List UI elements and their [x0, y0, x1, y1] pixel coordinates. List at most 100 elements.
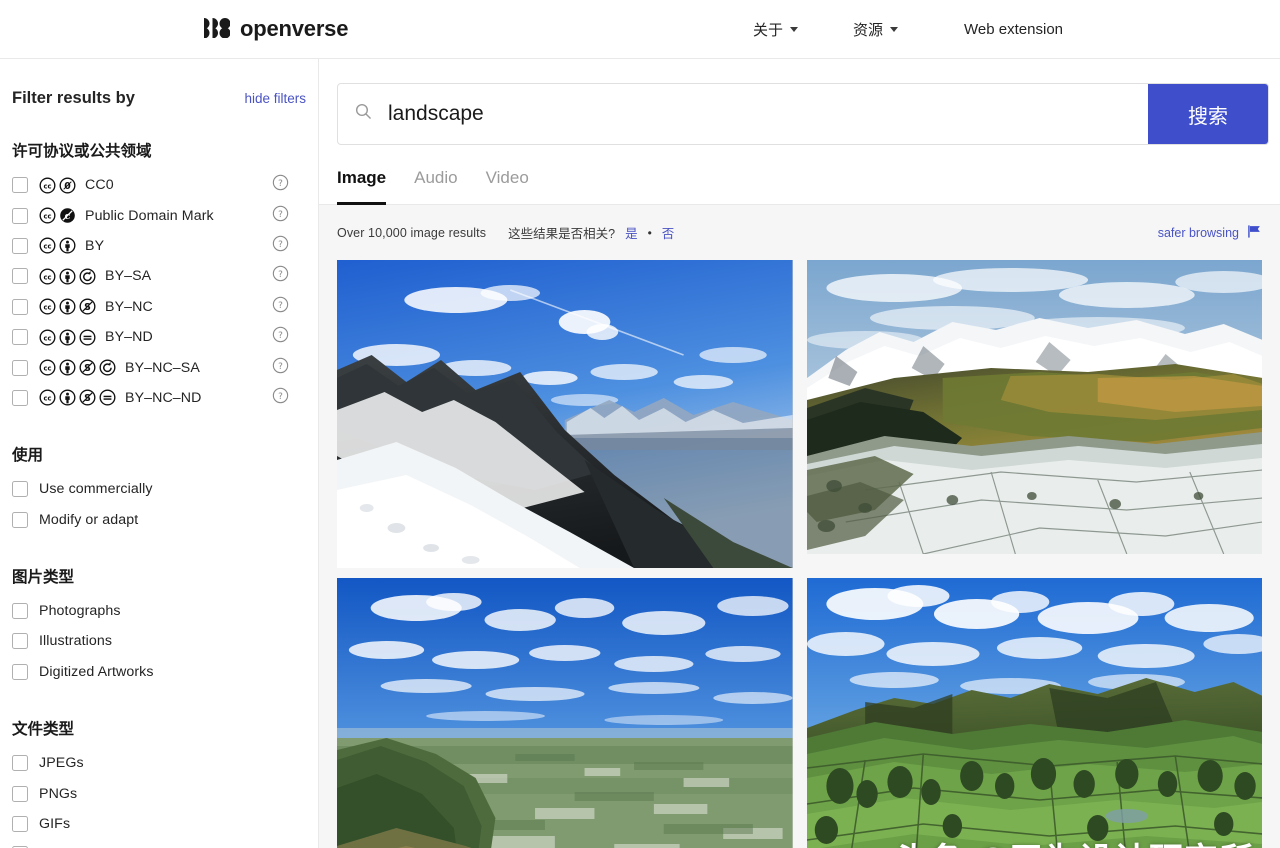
license-icons-by-sa: cc: [39, 268, 96, 285]
nav-item-resources-label: 资源: [853, 21, 884, 39]
openverse-logo-icon: [204, 16, 231, 43]
image-result-tile[interactable]: [337, 578, 793, 848]
checkbox-by-nc[interactable]: [12, 298, 28, 315]
checkbox-by-nd[interactable]: [12, 329, 28, 346]
svg-text:?: ?: [278, 361, 283, 371]
relevance-no-link[interactable]: 否: [662, 223, 675, 242]
search-button[interactable]: 搜索: [1148, 84, 1268, 144]
filter-row-by-nd[interactable]: cc BY–ND ?: [12, 322, 306, 352]
checkbox-by-nc-nd[interactable]: [12, 389, 28, 406]
help-icon-by-nc-nd[interactable]: ?: [272, 387, 289, 409]
image-result-tile[interactable]: [806, 260, 1262, 554]
checkbox-gifs[interactable]: [12, 816, 28, 833]
nav-item-about[interactable]: 关于: [753, 13, 799, 46]
filters-sidebar: Filter results by hide filters 许可协议或公共领域…: [0, 59, 319, 848]
svg-text:?: ?: [278, 209, 283, 219]
filter-row-digitized-artworks[interactable]: Digitized Artworks: [12, 657, 306, 687]
search-input[interactable]: [386, 101, 1148, 127]
help-icon-cc0[interactable]: ?: [272, 174, 289, 196]
checkbox-illustrations[interactable]: [12, 633, 28, 650]
filter-group-title-usage: 使用: [12, 447, 44, 465]
nav-item-web-extension[interactable]: Web extension: [964, 15, 1063, 44]
help-icon-by[interactable]: ?: [272, 235, 289, 257]
filter-row-by-nc-nd[interactable]: cc S BY–NC–ND ?: [12, 383, 306, 413]
filter-title: Filter results by: [12, 89, 135, 107]
help-icon-by-nc[interactable]: ?: [272, 296, 289, 318]
filter-row-use-commercially[interactable]: Use commercially: [12, 474, 306, 504]
help-icon-public-domain-mark[interactable]: ?: [272, 205, 289, 227]
chevron-down-icon: [890, 26, 899, 32]
results-area: Over 10,000 image results 这些结果是否相关? 是 • …: [319, 205, 1280, 848]
image-result-tile[interactable]: [337, 260, 793, 568]
filter-row-svgs[interactable]: SVGs: [12, 839, 306, 848]
filter-group-title-image-type: 图片类型: [12, 568, 75, 586]
nav-item-resources[interactable]: 资源: [853, 13, 899, 46]
filter-row-cc0[interactable]: cc 0 CC0 ?: [12, 170, 306, 200]
help-icon-by-nd[interactable]: ?: [272, 326, 289, 348]
svg-text:?: ?: [278, 179, 283, 189]
brand-logo-link[interactable]: openverse: [204, 16, 348, 43]
checkbox-cc0[interactable]: [12, 177, 28, 194]
filter-label-illustrations: Illustrations: [39, 633, 113, 650]
filter-row-illustrations[interactable]: Illustrations: [12, 626, 306, 656]
filter-row-modify-or-adapt[interactable]: Modify or adapt: [12, 505, 306, 535]
main-content: 搜索 Image Audio Video Over 10,000 image r…: [319, 59, 1280, 848]
filter-label-cc0: CC0: [85, 177, 114, 194]
checkbox-pngs[interactable]: [12, 785, 28, 802]
checkbox-by[interactable]: [12, 237, 28, 254]
license-icons-public-domain-mark: cc c: [39, 207, 76, 224]
relevance-separator: •: [647, 225, 652, 240]
svg-text:cc: cc: [43, 212, 51, 220]
checkbox-photographs[interactable]: [12, 603, 28, 620]
checkbox-by-nc-sa[interactable]: [12, 359, 28, 376]
image-thumbnail: [806, 578, 1262, 848]
checkbox-digitized-artworks[interactable]: [12, 663, 28, 680]
filter-row-gifs[interactable]: GIFs: [12, 809, 306, 839]
svg-text:cc: cc: [43, 395, 51, 403]
checkbox-public-domain-mark[interactable]: [12, 207, 28, 224]
filter-label-by: BY: [85, 237, 105, 254]
safer-browsing-button[interactable]: safer browsing: [1158, 224, 1262, 242]
filter-row-by-nc[interactable]: cc S BY–NC ?: [12, 292, 306, 322]
image-result-tile[interactable]: 头条 @无为设计研究所: [806, 578, 1262, 848]
filter-row-public-domain-mark[interactable]: cc c Public Domain Mark ?: [12, 200, 306, 230]
image-results-grid: 头条 @无为设计研究所: [337, 260, 1262, 848]
image-thumbnail: [337, 578, 793, 848]
chevron-down-icon: [790, 26, 799, 32]
svg-text:?: ?: [278, 301, 283, 311]
filter-label-use-commercially: Use commercially: [39, 481, 153, 498]
filter-row-photographs[interactable]: Photographs: [12, 596, 306, 626]
checkbox-use-commercially[interactable]: [12, 481, 28, 498]
tab-audio[interactable]: Audio: [414, 162, 457, 205]
checkbox-modify-or-adapt[interactable]: [12, 511, 28, 528]
tab-image[interactable]: Image: [337, 162, 387, 205]
hide-filters-link[interactable]: hide filters: [244, 91, 306, 106]
svg-text:cc: cc: [43, 182, 51, 190]
site-header: openverse 关于 资源 Web extension: [0, 0, 1280, 59]
filter-label-by-sa: BY–SA: [105, 268, 152, 285]
help-icon-by-sa[interactable]: ?: [272, 265, 289, 287]
result-count: Over 10,000 image results: [337, 225, 487, 240]
filter-label-pngs: PNGs: [39, 785, 78, 802]
search-icon: [354, 102, 373, 126]
svg-text:cc: cc: [43, 364, 51, 372]
checkbox-jpegs[interactable]: [12, 755, 28, 772]
svg-text:?: ?: [278, 331, 283, 341]
filter-row-by[interactable]: cc BY ?: [12, 231, 306, 261]
filter-row-by-sa[interactable]: cc BY–SA ?: [12, 261, 306, 291]
filter-row-pngs[interactable]: PNGs: [12, 778, 306, 808]
filter-row-by-nc-sa[interactable]: cc S BY–NC–SA ?: [12, 352, 306, 382]
tab-video[interactable]: Video: [486, 162, 529, 205]
svg-text:?: ?: [278, 270, 283, 280]
svg-text:cc: cc: [43, 304, 51, 312]
checkbox-by-sa[interactable]: [12, 268, 28, 285]
relevance-yes-link[interactable]: 是: [625, 223, 638, 242]
filter-label-public-domain-mark: Public Domain Mark: [85, 207, 214, 224]
filter-label-modify-or-adapt: Modify or adapt: [39, 511, 139, 528]
help-icon-by-nc-sa[interactable]: ?: [272, 357, 289, 379]
filter-label-digitized-artworks: Digitized Artworks: [39, 663, 154, 680]
relevance-question: 这些结果是否相关?: [508, 227, 616, 241]
filter-label-by-nd: BY–ND: [105, 329, 153, 346]
svg-text:cc: cc: [43, 243, 51, 251]
filter-row-jpegs[interactable]: JPEGs: [12, 748, 306, 778]
